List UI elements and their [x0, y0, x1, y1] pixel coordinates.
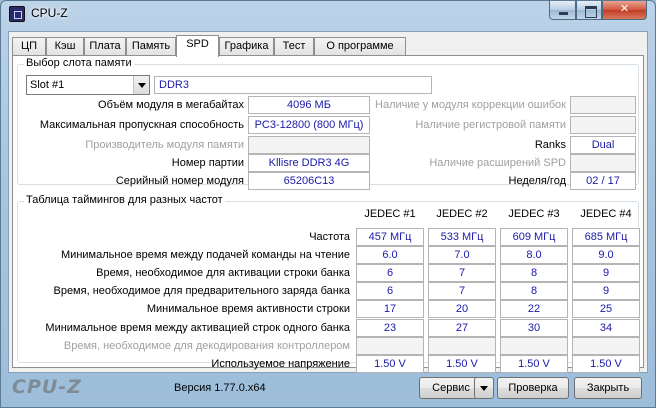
- registered-label: Наличие регистровой памяти: [415, 119, 566, 131]
- timings-row-label: Минимальное время активности строки: [146, 303, 350, 316]
- timings-cell: 23: [356, 318, 424, 337]
- timings-cell: 6: [356, 282, 424, 301]
- tab-mainboard[interactable]: Плата: [84, 37, 126, 56]
- week-year-value: 02 / 17: [570, 172, 636, 190]
- timings-column-header: JEDEC #4: [580, 208, 632, 220]
- memory-type-field: DDR3: [154, 76, 432, 94]
- maximize-button[interactable]: [576, 1, 602, 20]
- max-bandwidth-label: Максимальная пропускная способность: [39, 119, 244, 131]
- spd-ext-value: [570, 154, 636, 172]
- tab-bench[interactable]: Тест: [274, 37, 314, 56]
- timings-cell: 20: [428, 300, 496, 319]
- tools-dropdown-button[interactable]: [474, 377, 494, 399]
- timings-cell: [428, 336, 496, 355]
- timings-cell: 7: [428, 282, 496, 301]
- timings-column-header: JEDEC #1: [364, 208, 416, 220]
- timings-row-label: Используемое напряжение: [211, 357, 350, 370]
- timings-table-title: Таблица таймингов для разных частот: [24, 194, 225, 206]
- timings-cell: 8: [500, 264, 568, 283]
- slot-select-value: Slot #1: [30, 79, 65, 91]
- timings-cell: 25: [572, 300, 640, 319]
- ecc-label: Наличие у модуля коррекции ошибок: [375, 99, 566, 111]
- slot-select[interactable]: Slot #1: [26, 75, 150, 95]
- timings-cell: 9: [572, 264, 640, 283]
- tab-about[interactable]: О программе: [314, 37, 406, 56]
- timings-row-label: Время, необходимое для декодирования кон…: [63, 339, 350, 352]
- timings-cell: 1.50 V: [356, 354, 424, 373]
- module-size-label: Объём модуля в мегабайтах: [98, 99, 244, 111]
- timings-row-label: Частота: [309, 231, 350, 243]
- ecc-value: [570, 96, 636, 114]
- timings-cell: 9: [572, 282, 640, 301]
- chevron-down-icon[interactable]: [133, 76, 149, 94]
- ranks-label: Ranks: [534, 139, 566, 151]
- timings-cell: 30: [500, 318, 568, 337]
- tab-cpu[interactable]: ЦП: [12, 37, 46, 56]
- timings-cell: 609 МГц: [500, 228, 568, 246]
- timings-cell: 17: [356, 300, 424, 319]
- window-title: CPU-Z: [31, 6, 68, 20]
- timings-cell: [572, 336, 640, 355]
- memory-slot-group: Выбор слота памяти Slot #1 DDR3 Объём мо…: [17, 57, 639, 190]
- timings-cell: 7: [428, 264, 496, 283]
- memory-slot-group-title: Выбор слота памяти: [24, 57, 134, 69]
- timings-row-label: Минимальное время между подачей команды …: [61, 249, 350, 262]
- cpuz-brand-logo: CPU-Z: [12, 376, 82, 398]
- week-year-label: Неделя/год: [508, 175, 567, 187]
- validate-button[interactable]: Проверка: [497, 377, 569, 399]
- timings-cell: 533 МГц: [428, 228, 496, 246]
- minimize-button[interactable]: [549, 1, 576, 20]
- timings-cell: 7.0: [428, 246, 496, 265]
- timings-row-label: Минимальное время между активацией строк…: [45, 321, 350, 334]
- serial-number-label: Серийный номер модуля: [115, 175, 244, 187]
- cpuz-window: CPU-Z ✕ ЦП Кэш Плата Память SPD Графика …: [0, 0, 656, 408]
- tab-spd[interactable]: SPD: [176, 35, 219, 57]
- spd-ext-label: Наличие расширений SPD: [429, 157, 566, 169]
- timings-cell: 9.0: [572, 246, 640, 265]
- timings-cell: 6.0: [356, 246, 424, 265]
- module-manufacturer-label: Производитель модуля памяти: [85, 139, 244, 151]
- timings-cell: 1.50 V: [428, 354, 496, 373]
- client-area: ЦП Кэш Плата Память SPD Графика Тест О п…: [8, 31, 648, 373]
- footer-bar: CPU-Z Версия 1.77.0.x64 Сервис Проверка …: [8, 373, 648, 403]
- timings-row-label: Время, необходимое для предварительного …: [53, 285, 350, 298]
- timings-column-header: JEDEC #3: [508, 208, 560, 220]
- registered-value: [570, 116, 636, 134]
- timings-cell: 34: [572, 318, 640, 337]
- timings-cell: [356, 336, 424, 355]
- timings-cell: [500, 336, 568, 355]
- tab-cache[interactable]: Кэш: [46, 37, 84, 56]
- close-window-button[interactable]: ✕: [602, 1, 647, 20]
- part-number-label: Номер партии: [171, 157, 244, 169]
- timings-column-header: JEDEC #2: [436, 208, 488, 220]
- timings-table-group: Таблица таймингов для разных частот JEDE…: [17, 194, 640, 373]
- timings-cell: 1.50 V: [500, 354, 568, 373]
- timings-cell: 8.0: [500, 246, 568, 265]
- timings-cell: 685 МГц: [572, 228, 640, 246]
- timings-cell: 1.50 V: [572, 354, 640, 373]
- tab-memory[interactable]: Память: [126, 37, 176, 56]
- tab-graphics[interactable]: Графика: [219, 37, 274, 56]
- timings-cell: 457 МГц: [356, 228, 424, 246]
- timings-cell: 27: [428, 318, 496, 337]
- timings-cell: 8: [500, 282, 568, 301]
- version-text: Версия 1.77.0.x64: [174, 382, 266, 394]
- timings-cell: 22: [500, 300, 568, 319]
- cpuz-app-icon: [9, 6, 25, 22]
- spd-tab-panel: Выбор слота памяти Slot #1 DDR3 Объём мо…: [12, 55, 644, 373]
- timings-cell: 6: [356, 264, 424, 283]
- ranks-value: Dual: [570, 136, 636, 154]
- timings-row-label: Время, необходимое для активации строки …: [96, 267, 350, 280]
- close-button[interactable]: Закрыть: [574, 377, 642, 399]
